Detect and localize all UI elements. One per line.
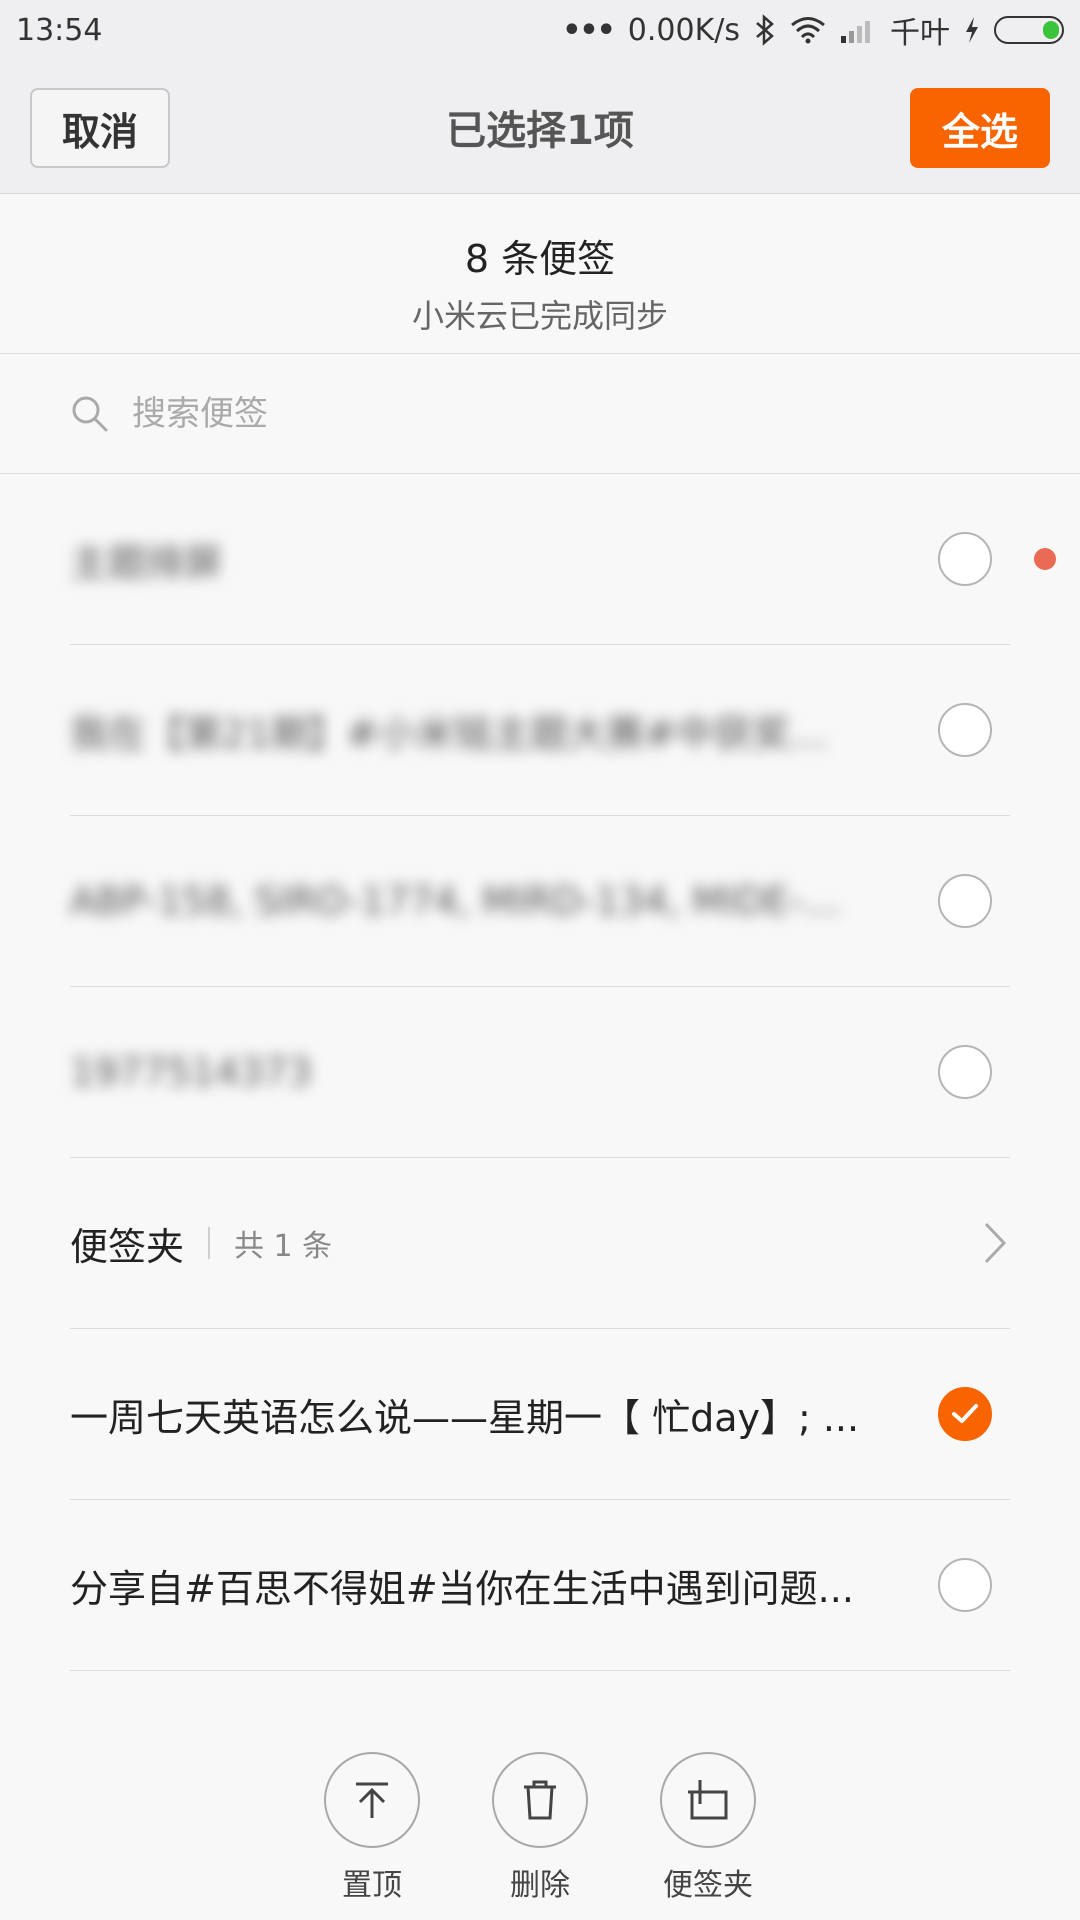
note-checkbox[interactable] [938,532,992,586]
pin-to-top-button[interactable]: 置顶 [324,1752,420,1920]
folder-divider [208,1227,211,1259]
move-label: 便签夹 [663,1868,753,1903]
chevron-right-icon [984,1222,1007,1264]
more-dots-icon: ••• [562,12,616,48]
note-checkbox[interactable] [938,703,992,757]
bluetooth-icon [754,14,776,46]
trash-icon [524,1780,556,1820]
cancel-button[interactable]: 取消 [30,88,170,168]
status-bar: 13:54 ••• 0.00K/s 千叶 [0,0,1080,60]
note-checkbox[interactable] [938,1558,992,1612]
carrier-name: 千叶 [890,16,950,51]
search-icon [72,396,108,431]
folder-move-icon [688,1780,728,1820]
note-title: ABP-158, SIRO-1774, MIRD-134, MIDE-1... [70,879,860,923]
notes-list: 主题排屏 我在【第21期】#小米铭主题大赛#中获奖了... ABP-158, S… [0,474,1080,1671]
note-title: 主题排屏 [70,540,223,585]
folder-name: 便签夹 [70,1224,185,1269]
checkmark-icon [952,1404,978,1423]
note-title: 分享自#百思不得姐#当你在生活中遇到问题... [70,1566,854,1611]
note-item[interactable]: 主题排屏 [70,474,1010,645]
note-item[interactable]: 1977514373 [70,987,1010,1158]
battery-level [1043,21,1059,39]
search-bar[interactable] [0,354,1080,474]
notes-summary: 8 条便签 小米云已完成同步 [0,194,1080,354]
folder-count: 共 1 条 [234,1229,333,1264]
note-item[interactable]: 我在【第21期】#小米铭主题大赛#中获奖了... [70,645,1010,816]
sync-status: 小米云已完成同步 [411,297,668,335]
note-item[interactable]: 一周七天英语怎么说——星期一【 忙day】; ... [70,1329,1010,1500]
note-checkbox[interactable] [938,1045,992,1099]
folder-row[interactable]: 便签夹 共 1 条 [70,1158,1010,1329]
signal-icon [840,16,876,44]
note-item[interactable]: 分享自#百思不得姐#当你在生活中遇到问题... [70,1500,1010,1671]
note-item[interactable]: ABP-158, SIRO-1774, MIRD-134, MIDE-1... [70,816,1010,987]
delete-label: 删除 [510,1868,570,1903]
wifi-icon [790,16,826,44]
status-time: 13:54 [16,12,103,48]
notes-select-screen: 13:54 ••• 0.00K/s 千叶 已选择1项 取消 全选 8 条便签 小… [0,0,1080,1920]
delete-circle[interactable] [492,1752,588,1848]
pin-label: 置顶 [342,1868,402,1903]
move-to-folder-button[interactable]: 便签夹 [660,1752,756,1920]
battery-icon [994,16,1064,44]
action-bar: 已选择1项 取消 全选 [0,60,1080,194]
notes-count: 8 条便签 [464,237,616,281]
move-circle[interactable] [660,1752,756,1848]
delete-button[interactable]: 删除 [492,1752,588,1920]
note-title: 1977514373 [70,1050,312,1094]
select-all-button[interactable]: 全选 [910,88,1050,168]
pin-top-icon [356,1782,388,1818]
note-title: 我在【第21期】#小米铭主题大赛#中获奖了... [70,711,860,756]
note-checkbox[interactable] [938,874,992,928]
search-input[interactable] [132,393,932,434]
note-checkbox-checked[interactable] [938,1387,992,1441]
charging-icon [964,16,980,44]
status-icons: ••• 0.00K/s 千叶 [562,8,1064,52]
note-title: 一周七天英语怎么说——星期一【 忙day】; ... [70,1395,860,1440]
bottom-toolbar: 置顶 删除 便签夹 [0,1720,1080,1920]
network-speed: 0.00K/s [627,12,740,48]
pin-circle[interactable] [324,1752,420,1848]
